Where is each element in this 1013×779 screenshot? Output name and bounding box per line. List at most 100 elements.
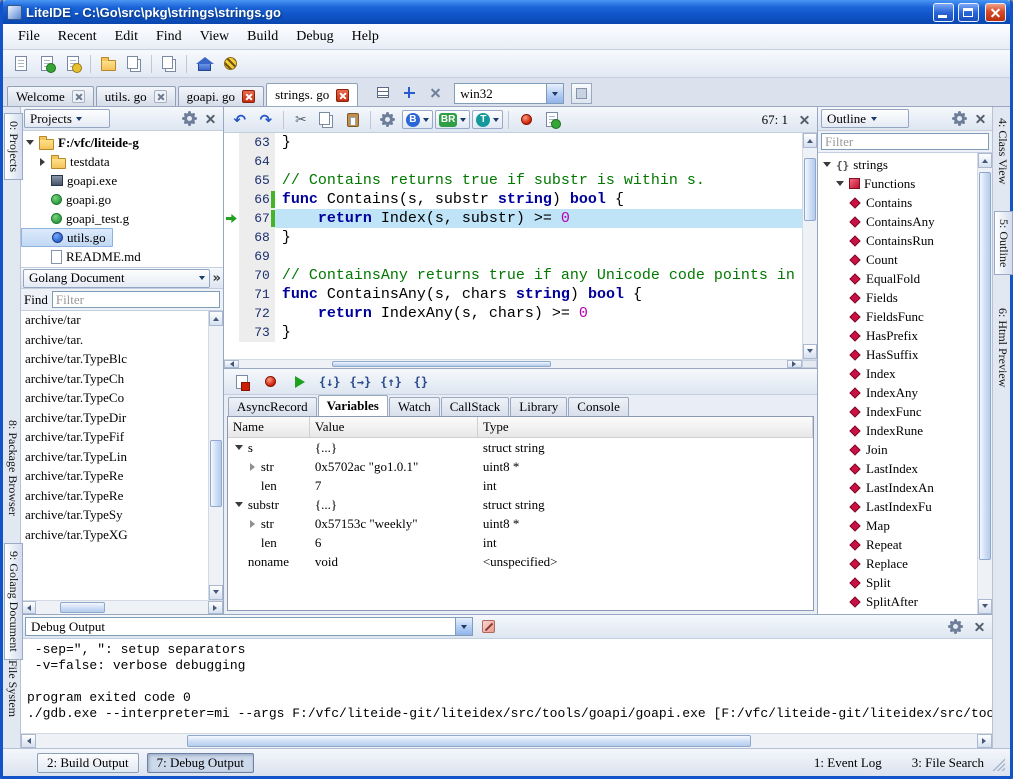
code-line-64[interactable]: 64 xyxy=(224,152,802,171)
scrollbar-thumb[interactable] xyxy=(60,602,105,613)
status-item-1-event-log[interactable]: 1: Event Log xyxy=(814,755,882,771)
status-item-3-file-search[interactable]: 3: File Search xyxy=(912,755,984,771)
vars-col-value[interactable]: Value xyxy=(310,417,478,437)
outline-fn-lastindexfu[interactable]: LastIndexFu xyxy=(818,497,977,516)
tab-close-icon[interactable] xyxy=(72,90,85,103)
resize-grip[interactable] xyxy=(992,758,1005,771)
record-button[interactable] xyxy=(259,370,283,393)
close-file-button[interactable] xyxy=(157,52,181,75)
debug-tab-watch[interactable]: Watch xyxy=(389,397,440,416)
outline-fn-hasprefix[interactable]: HasPrefix xyxy=(818,326,977,345)
projects-close-button[interactable] xyxy=(202,110,220,128)
scrollbar-thumb[interactable] xyxy=(210,440,222,507)
var-row-s[interactable]: s {...} struct string xyxy=(228,438,813,457)
breakpoint-gutter[interactable] xyxy=(224,133,239,152)
outline-fn-join[interactable]: Join xyxy=(818,440,977,459)
scroll-right-button[interactable] xyxy=(977,734,992,748)
build-config-button[interactable] xyxy=(376,108,400,131)
menu-file[interactable]: File xyxy=(9,25,49,49)
code-line-73[interactable]: 73 } xyxy=(224,323,802,342)
scroll-down-button[interactable] xyxy=(803,344,817,359)
vars-col-name[interactable]: Name xyxy=(228,417,310,437)
doc-list-item-archive-tar[interactable]: archive/tar. xyxy=(21,332,208,352)
doc-list-item-archive-tar-typech[interactable]: archive/tar.TypeCh xyxy=(21,371,208,391)
tree-item-goapi-go[interactable]: goapi.go xyxy=(21,190,223,209)
outline-fn-index[interactable]: Index xyxy=(818,364,977,383)
tree-item-readme-md[interactable]: README.md xyxy=(21,247,223,266)
undo-button[interactable] xyxy=(228,108,252,131)
liteide-button[interactable] xyxy=(218,52,242,75)
outline-fn-fields[interactable]: Fields xyxy=(818,288,977,307)
maximize-button[interactable] xyxy=(958,3,979,22)
projects-menu-button[interactable] xyxy=(181,110,199,128)
menu-help[interactable]: Help xyxy=(343,25,388,49)
tab-close-icon[interactable] xyxy=(154,90,167,103)
var-row-substr[interactable]: substr {...} struct string xyxy=(228,495,813,514)
env-edit-button[interactable] xyxy=(571,83,592,104)
outline-fn-indexrune[interactable]: IndexRune xyxy=(818,421,977,440)
tab-strings-go[interactable]: strings. go xyxy=(266,83,358,106)
split-editor-button[interactable] xyxy=(371,81,395,104)
debug-tab-callstack[interactable]: CallStack xyxy=(441,397,510,416)
cut-button[interactable] xyxy=(289,108,313,131)
breakpoint-gutter[interactable] xyxy=(224,228,239,247)
debug-tab-asyncrecord[interactable]: AsyncRecord xyxy=(228,397,317,416)
outline-group-functions[interactable]: Functions xyxy=(818,174,977,193)
breakpoint-gutter[interactable] xyxy=(224,323,239,342)
editor-close-button[interactable] xyxy=(795,111,813,129)
output-menu-button[interactable] xyxy=(946,618,964,636)
output-view-combo[interactable]: Debug Output xyxy=(25,617,473,636)
doc-list-item-archive-tar-typeblc[interactable]: archive/tar.TypeBlc xyxy=(21,351,208,371)
status-button-7-debug-output[interactable]: 7: Debug Output xyxy=(147,753,254,773)
save-file-button[interactable] xyxy=(96,52,120,75)
projects-view-combo[interactable]: Projects xyxy=(24,109,110,128)
side-tab-4-class-view[interactable]: 4: Class View xyxy=(994,111,1011,191)
var-row-len[interactable]: len 6 int xyxy=(228,533,813,552)
outline-fn-hassuffix[interactable]: HasSuffix xyxy=(818,345,977,364)
outline-view-combo[interactable]: Outline xyxy=(821,109,909,128)
step-out-button[interactable] xyxy=(378,370,404,393)
menu-debug[interactable]: Debug xyxy=(287,25,342,49)
status-button-2-build-output[interactable]: 2: Build Output xyxy=(37,753,139,773)
outline-fn-containsrun[interactable]: ContainsRun xyxy=(818,231,977,250)
debug-tab-variables[interactable]: Variables xyxy=(318,395,388,416)
breakpoint-gutter[interactable] xyxy=(224,190,239,209)
continue-button[interactable] xyxy=(288,370,312,393)
debug-arrow-icon[interactable] xyxy=(224,209,239,228)
outline-filter-input[interactable] xyxy=(821,133,989,150)
tab-goapi-go[interactable]: goapi. go xyxy=(178,86,264,106)
outline-fn-repeat[interactable]: Repeat xyxy=(818,535,977,554)
code-line-69[interactable]: 69 xyxy=(224,247,802,266)
breakpoint-gutter[interactable] xyxy=(224,266,239,285)
menu-view[interactable]: View xyxy=(191,25,238,49)
output-close-button[interactable] xyxy=(970,618,988,636)
scrollbar-thumb[interactable] xyxy=(979,172,991,560)
breakpoint-gutter[interactable] xyxy=(224,152,239,171)
clear-output-button[interactable] xyxy=(479,618,497,636)
scrollbar-thumb[interactable] xyxy=(187,735,752,747)
close-tab-button[interactable] xyxy=(423,81,447,104)
tree-item-testdata[interactable]: testdata xyxy=(21,152,223,171)
doc-list-item-archive-tar-typere[interactable]: archive/tar.TypeRe xyxy=(21,468,208,488)
scroll-down-button[interactable] xyxy=(978,599,992,614)
outline-root[interactable]: strings xyxy=(818,155,977,174)
breakpoint-gutter[interactable] xyxy=(224,285,239,304)
export-button[interactable] xyxy=(540,108,564,131)
side-tab-6-html-preview[interactable]: 6: Html Preview xyxy=(994,301,1011,394)
outline-fn-map[interactable]: Map xyxy=(818,516,977,535)
step-into-button[interactable] xyxy=(317,370,343,393)
outline-fn-contains[interactable]: Contains xyxy=(818,193,977,212)
code-line-67[interactable]: 67 return Index(s, substr) >= 0 xyxy=(224,209,802,228)
outline-close-button[interactable] xyxy=(971,110,989,128)
tree-item-goapi-test-g[interactable]: goapi_test.g xyxy=(21,209,223,228)
scrollbar-thumb[interactable] xyxy=(332,361,551,367)
start-debug-button[interactable] xyxy=(514,108,538,131)
side-tab-file-system[interactable]: File System xyxy=(4,653,21,724)
titlebar[interactable]: LiteIDE - C:\Go\src\pkg\strings\strings.… xyxy=(3,0,1010,24)
doc-list-item-archive-tar-typelin[interactable]: archive/tar.TypeLin xyxy=(21,449,208,469)
minimize-button[interactable] xyxy=(933,3,954,22)
doc-list-item-archive-tar[interactable]: archive/tar xyxy=(21,312,208,332)
side-tab-9-golang-document[interactable]: 9: Golang Document xyxy=(4,543,23,660)
copy-button[interactable] xyxy=(315,108,339,131)
debug-output-body[interactable]: -sep=", ": setup separators -v=false: ve… xyxy=(21,639,992,733)
